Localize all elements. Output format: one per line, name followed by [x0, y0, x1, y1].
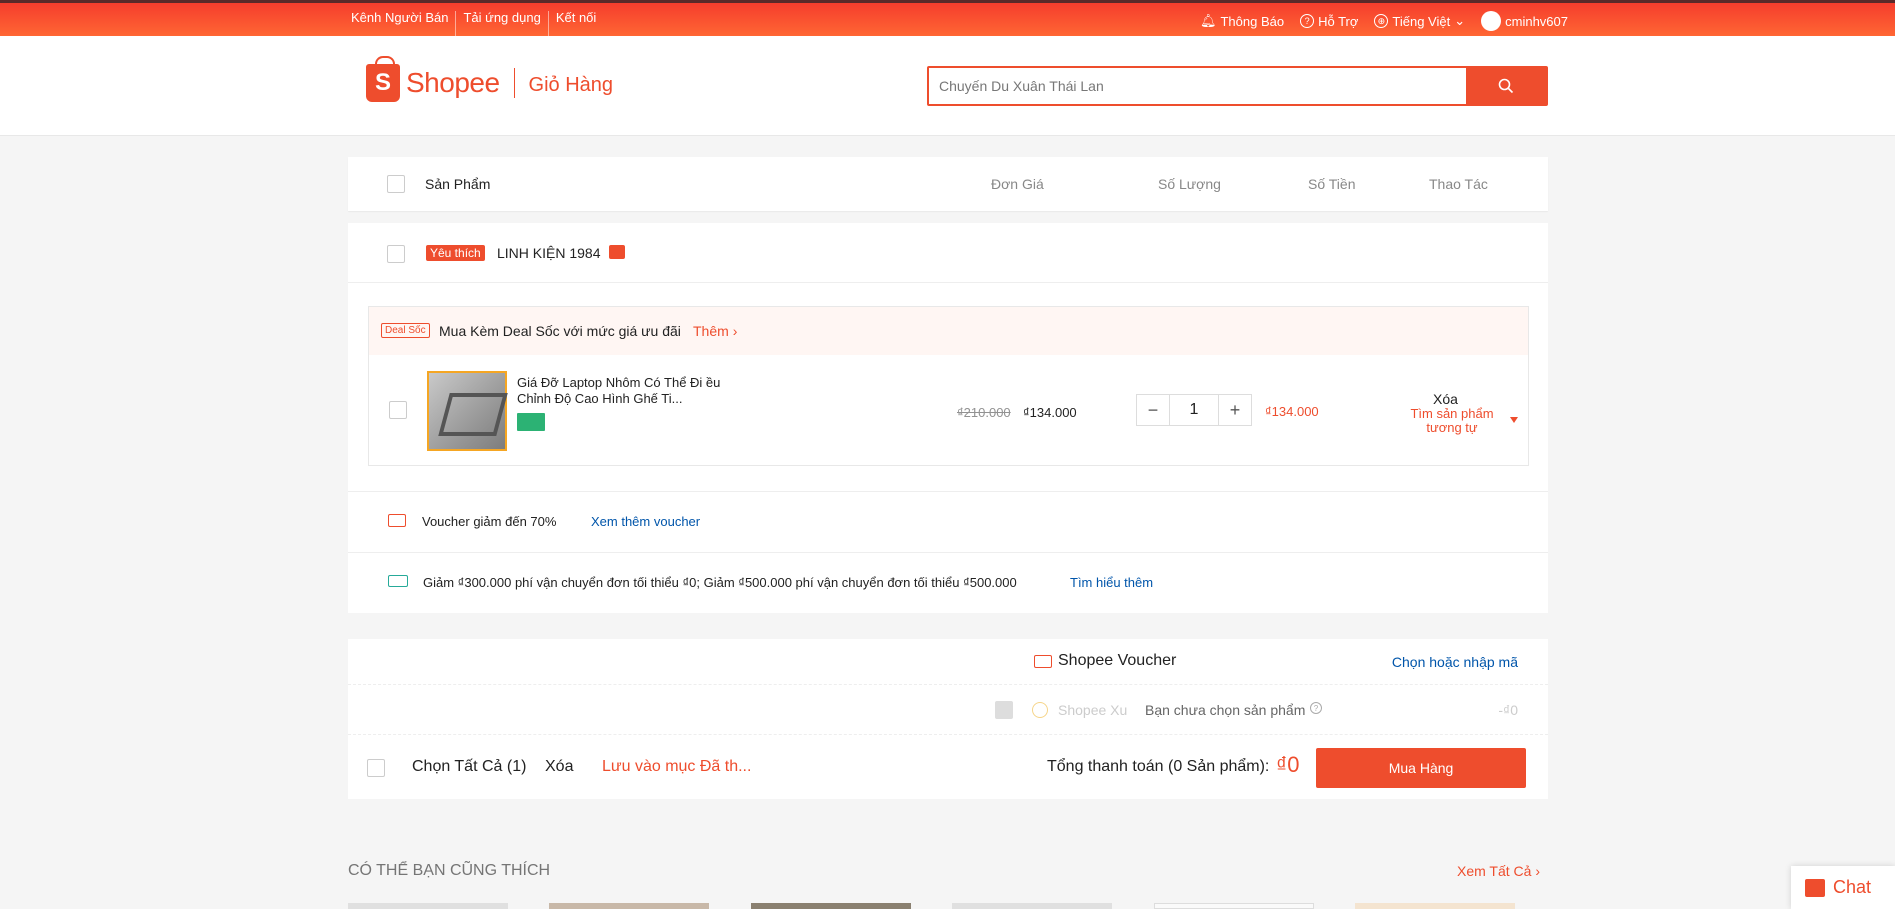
shop-voucher-row: Voucher giảm đến 70% Xem thêm voucher	[348, 491, 1548, 551]
search-button[interactable]	[1466, 68, 1546, 104]
bell-icon: 🔔︎	[1199, 13, 1217, 28]
shipping-row: Giảm ₫300.000 phí vận chuyển đơn tối thi…	[348, 552, 1548, 612]
coin-checkbox[interactable]	[995, 701, 1013, 719]
question-icon: ?	[1300, 14, 1315, 28]
page-title: Giỏ Hàng	[528, 73, 614, 96]
item-checkbox[interactable]	[389, 401, 407, 419]
deal-more-link[interactable]: Thêm ›	[693, 323, 737, 339]
shop-header: Yêu thích LINH KIỆN 1984	[348, 223, 1548, 283]
more-vouchers-link[interactable]: Xem thêm voucher	[591, 514, 700, 529]
select-all-button[interactable]: Chọn Tất Cả (1)	[412, 758, 526, 776]
chat-icon	[1805, 878, 1825, 897]
select-all-checkbox[interactable]	[387, 175, 405, 193]
caret-down-icon[interactable]	[1510, 417, 1518, 423]
chat-button[interactable]: Chat	[1791, 866, 1895, 909]
shopee-logo[interactable]: S Shopee Giỏ Hàng	[366, 56, 614, 102]
quantity-stepper: − 1 +	[1136, 394, 1252, 426]
deal-header: Deal Sốc Mua Kèm Deal Sốc với mức giá ưu…	[369, 307, 1528, 355]
find-similar-link[interactable]: Tìm sản phẩm tương tự	[1392, 407, 1512, 435]
recommend-product-card[interactable]	[1355, 903, 1515, 909]
search-bar	[927, 66, 1548, 106]
product-thumbnail[interactable]	[427, 371, 507, 451]
voucher-icon	[1034, 655, 1052, 668]
chevron-down-icon: ⌄	[1454, 13, 1466, 28]
chevron-right-icon: ›	[732, 323, 738, 339]
product-promo-badge	[517, 413, 545, 431]
search-icon	[1498, 78, 1514, 94]
help-link[interactable]: ? Hỗ Trợ	[1300, 14, 1358, 29]
deal-tag: Deal Sốc	[381, 323, 430, 338]
voucher-icon	[388, 514, 406, 527]
product-name[interactable]: Giá Đỡ Laptop Nhôm Có Thể Đi ều Chỉnh Độ…	[517, 375, 727, 407]
learn-more-link[interactable]: Tìm hiểu thêm	[1070, 575, 1153, 590]
recommend-product-card[interactable]	[549, 903, 709, 909]
quantity-input[interactable]: 1	[1169, 395, 1219, 425]
select-all-checkbox-bottom[interactable]	[367, 759, 385, 777]
recommend-product-card[interactable]	[952, 903, 1112, 909]
coin-icon	[1032, 702, 1048, 718]
truck-icon	[388, 575, 408, 587]
cart-item: Giá Đỡ Laptop Nhôm Có Thể Đi ều Chỉnh Độ…	[369, 355, 1528, 465]
deal-box: Deal Sốc Mua Kèm Deal Sốc với mức giá ưu…	[368, 306, 1529, 466]
recommend-header: CÓ THỂ BẠN CŨNG THÍCH Xem Tất Cả ›	[348, 862, 1548, 880]
checkout-summary: Shopee Voucher Chọn hoặc nhập mã Shopee …	[348, 639, 1548, 799]
recommend-product-card[interactable]	[348, 903, 508, 909]
shop-name[interactable]: LINH KIỆN 1984	[497, 245, 601, 261]
checkout-button[interactable]: Mua Hàng	[1316, 748, 1526, 788]
user-account[interactable]: cminhv607	[1481, 11, 1568, 31]
question-icon[interactable]: ?	[1310, 702, 1322, 714]
favorite-badge: Yêu thích	[426, 245, 485, 261]
shopee-bag-icon: S	[366, 56, 400, 102]
delete-selected-button[interactable]: Xóa	[545, 758, 573, 776]
header: S Shopee Giỏ Hàng	[0, 36, 1895, 136]
delete-item-button[interactable]: Xóa	[1433, 391, 1458, 407]
language-selector[interactable]: ⊕ Tiếng Việt ⌄	[1374, 13, 1465, 29]
item-total: ₫134.000	[1265, 404, 1319, 419]
shop-checkbox[interactable]	[387, 245, 405, 263]
chat-icon[interactable]	[609, 245, 625, 259]
original-price: ₫210.000	[957, 405, 1011, 420]
recommend-product-card[interactable]	[751, 903, 911, 909]
cart-table-header: Sản Phẩm Đơn Giá Số Lượng Số Tiền Thao T…	[348, 157, 1548, 211]
total-amount: ₫0	[1276, 752, 1300, 777]
see-all-link[interactable]: Xem Tất Cả ›	[1457, 863, 1540, 879]
recommend-title: CÓ THỂ BẠN CŨNG THÍCH	[348, 862, 551, 879]
search-input[interactable]	[929, 68, 1466, 104]
choose-voucher-link[interactable]: Chọn hoặc nhập mã	[1392, 654, 1518, 670]
recommend-product-card[interactable]	[1154, 903, 1314, 909]
avatar	[1481, 11, 1502, 31]
unit-price: ₫134.000	[1023, 405, 1077, 420]
increase-button[interactable]: +	[1219, 395, 1251, 425]
decrease-button[interactable]: −	[1137, 395, 1169, 425]
save-for-later-button[interactable]: Lưu vào mục Đã th...	[602, 758, 751, 776]
shop-section: Yêu thích LINH KIỆN 1984 Deal Sốc Mua Kè…	[348, 223, 1548, 613]
top-navbar: Kênh Người Bán Tải ứng dụng Kết nối f ◉ …	[0, 0, 1895, 121]
notifications-link[interactable]: 🔔︎ Thông Báo	[1200, 13, 1284, 29]
globe-icon: ⊕	[1374, 14, 1389, 28]
